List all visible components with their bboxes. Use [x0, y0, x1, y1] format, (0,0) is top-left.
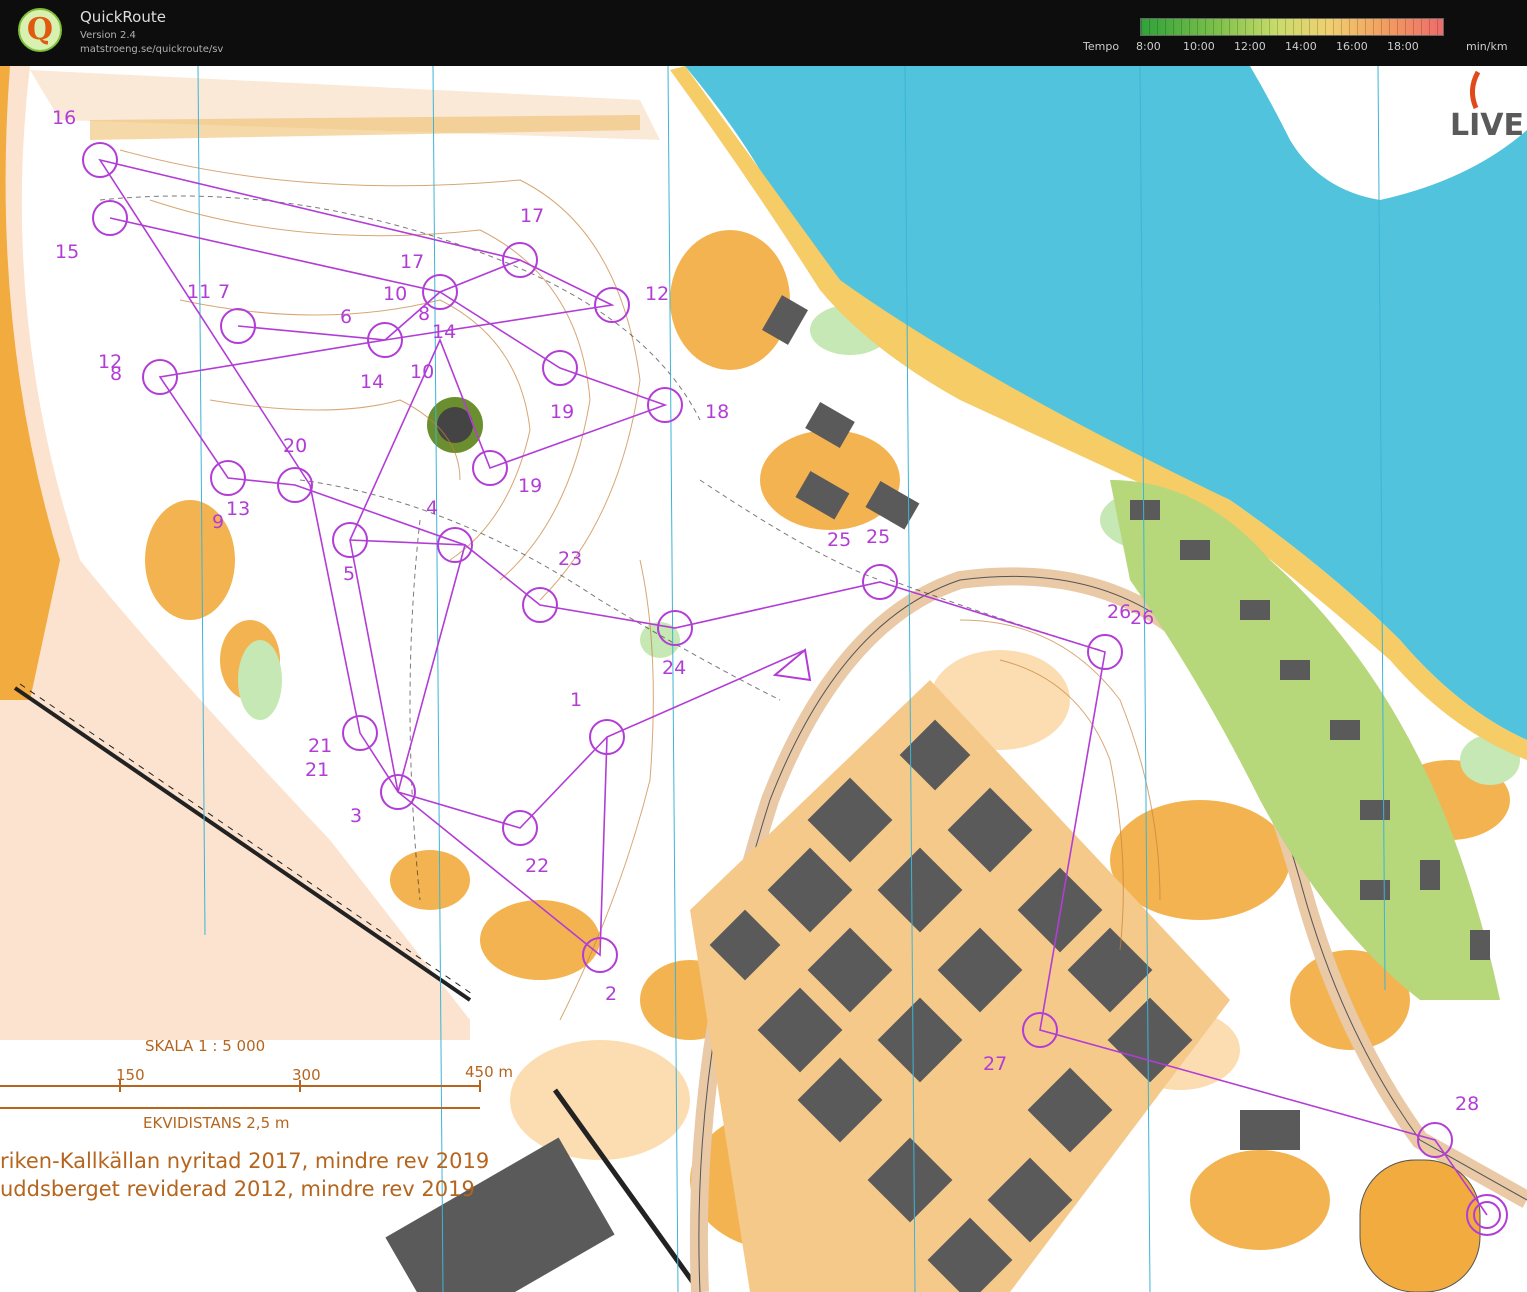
svg-text:8: 8 — [110, 363, 122, 385]
svg-text:7: 7 — [218, 281, 230, 303]
svg-text:5: 5 — [343, 563, 355, 585]
quickroute-logo: Q — [18, 8, 62, 52]
svg-text:15: 15 — [55, 241, 79, 263]
svg-text:26: 26 — [1107, 601, 1131, 623]
svg-text:2: 2 — [605, 983, 617, 1005]
svg-text:25: 25 — [866, 526, 890, 548]
scale-label: 150 — [116, 1066, 145, 1084]
svg-text:17: 17 — [520, 205, 544, 227]
svg-text:28: 28 — [1455, 1093, 1479, 1115]
live-watermark: LIVE — [1450, 108, 1524, 143]
tempo-tick: 18:00 — [1387, 40, 1419, 53]
svg-text:21: 21 — [305, 759, 329, 781]
orienteering-map[interactable]: 16 15 17 11 7 10 6 17 12 12 8 8 14 14 10… — [0, 66, 1527, 1292]
svg-text:8: 8 — [418, 303, 430, 325]
svg-text:24: 24 — [662, 657, 686, 679]
svg-text:12: 12 — [645, 283, 669, 305]
contour-interval: EKVIDISTANS 2,5 m — [143, 1114, 290, 1132]
svg-text:10: 10 — [383, 283, 407, 305]
svg-text:9: 9 — [212, 511, 224, 533]
svg-text:26: 26 — [1130, 607, 1154, 629]
svg-text:6: 6 — [340, 306, 352, 328]
tempo-tick: 10:00 — [1183, 40, 1215, 53]
svg-text:14: 14 — [432, 321, 456, 343]
svg-text:10: 10 — [410, 361, 434, 383]
tempo-label: Tempo — [1083, 40, 1120, 53]
app-version: Version 2.4 — [80, 30, 136, 41]
svg-text:14: 14 — [360, 371, 384, 393]
svg-text:22: 22 — [525, 855, 549, 877]
svg-text:25: 25 — [827, 529, 851, 551]
svg-text:16: 16 — [52, 107, 76, 129]
svg-text:19: 19 — [550, 401, 574, 423]
svg-text:23: 23 — [558, 548, 582, 570]
scale-label: 300 — [292, 1066, 321, 1084]
svg-text:21: 21 — [308, 735, 332, 757]
svg-text:3: 3 — [350, 805, 362, 827]
svg-text:11: 11 — [187, 281, 211, 303]
quickroute-header: Q QuickRoute Version 2.4 matstroeng.se/q… — [0, 0, 1527, 66]
svg-text:20: 20 — [283, 435, 307, 457]
svg-text:19: 19 — [518, 475, 542, 497]
app-title: QuickRoute — [80, 8, 166, 26]
scale-title: SKALA 1 : 5 000 — [145, 1037, 265, 1055]
svg-text:4: 4 — [426, 497, 438, 519]
scale-label: 450 m — [465, 1063, 513, 1081]
tempo-tick: 16:00 — [1336, 40, 1368, 53]
svg-text:1: 1 — [570, 689, 582, 711]
svg-text:27: 27 — [983, 1053, 1007, 1075]
tempo-unit: min/km — [1466, 40, 1508, 53]
tempo-tick: 14:00 — [1285, 40, 1317, 53]
tempo-tick: 12:00 — [1234, 40, 1266, 53]
svg-text:18: 18 — [705, 401, 729, 423]
app-url[interactable]: matstroeng.se/quickroute/sv — [80, 44, 223, 55]
map-credit: uddsberget reviderad 2012, mindre rev 20… — [0, 1177, 475, 1201]
svg-text:13: 13 — [226, 498, 250, 520]
map-credit: riken-Kallkällan nyritad 2017, mindre re… — [0, 1149, 489, 1173]
svg-text:17: 17 — [400, 251, 424, 273]
tempo-color-scale — [1140, 18, 1444, 36]
tempo-tick: 8:00 — [1136, 40, 1161, 53]
